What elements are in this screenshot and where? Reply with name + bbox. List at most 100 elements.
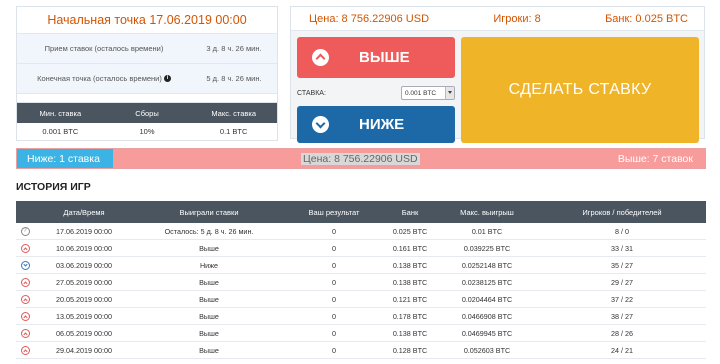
row-won: Выше — [199, 243, 219, 253]
arrow-up-icon — [20, 277, 30, 287]
row-max-win: 0.0204464 BTC — [461, 294, 513, 304]
game-stats: Цена: 8 756.22906 USD Игроки: 8 Банк: 0.… — [291, 7, 704, 31]
fees-header: Мин. ставка Сборы Макс. ставка — [17, 103, 277, 123]
row-result: 0 — [332, 294, 336, 304]
row-date: 13.05.2019 00:00 — [56, 311, 112, 321]
row-max-win: 0.0252148 BTC — [461, 260, 513, 270]
row-date: 20.05.2019 00:00 — [56, 294, 112, 304]
row-bank: 0.121 BTC — [392, 294, 428, 304]
accept-bets-label: Прием ставок (осталось времени) — [44, 44, 164, 53]
row-max-win: 0.039225 BTC — [463, 243, 511, 253]
table-row[interactable]: 06.05.2019 00:00 Выше 0 0.138 BTC 0.0469945 … — [16, 325, 706, 342]
stake-select[interactable]: 0.001 BTC — [401, 86, 455, 100]
row-max-win: 0.01 BTC — [471, 226, 503, 236]
place-bet-button[interactable]: СДЕЛАТЬ СТАВКУ — [461, 37, 699, 143]
row-players: 24 / 21 — [611, 345, 633, 355]
row-max-win: 0.0238125 BTC — [461, 277, 513, 287]
col-date: Дата/Время — [63, 207, 105, 217]
higher-button-label: ВЫШЕ — [359, 49, 410, 66]
row-players: 35 / 27 — [611, 260, 633, 270]
row-players: 38 / 27 — [611, 311, 633, 321]
arrow-up-icon — [20, 311, 30, 321]
history-body: ? 17.06.2019 00:00 Осталось: 5 д. 8 ч. 26 … — [16, 223, 706, 359]
row-players: 33 / 31 — [611, 243, 633, 253]
row-bank: 0.161 BTC — [392, 243, 428, 253]
fees-table: Мин. ставка Сборы Макс. ставка 0.001 BTC… — [16, 102, 278, 141]
place-bet-label: СДЕЛАТЬ СТАВКУ — [508, 81, 652, 98]
row-players: 29 / 27 — [611, 277, 633, 287]
fees-header-label: Сборы — [135, 108, 159, 118]
max-bet-value: 0.1 BTC — [219, 127, 248, 136]
end-point-label: Конечная точка (осталось времени) — [37, 74, 162, 83]
players-count: Игроки: 8 — [493, 12, 541, 25]
stake-select-value: 0.001 BTC — [405, 89, 437, 97]
row-bank: 0.025 BTC — [392, 226, 428, 236]
bets-ratio-bar: Ниже: 1 ставка Цена: 8 756.22906 USD Выш… — [16, 148, 706, 169]
table-row[interactable]: 20.05.2019 00:00 Выше 0 0.121 BTC 0.0204464 … — [16, 291, 706, 308]
row-result: 0 — [332, 243, 336, 253]
row-bank: 0.128 BTC — [392, 345, 428, 355]
col-bank: Банк — [401, 207, 419, 217]
row-bank: 0.178 BTC — [392, 311, 428, 321]
table-row[interactable]: 13.05.2019 00:00 Выше 0 0.178 BTC 0.0466908 … — [16, 308, 706, 325]
arrow-up-icon — [20, 294, 30, 304]
row-players: 37 / 22 — [611, 294, 633, 304]
chevron-up-icon — [312, 49, 329, 66]
end-point-value: 5 д. 8 ч. 26 мин. — [206, 74, 262, 83]
row-date: 27.05.2019 00:00 — [56, 277, 112, 287]
history-table: Дата/Время Выиграли ставки Ваш результат… — [16, 201, 706, 359]
row-won: Выше — [199, 311, 219, 321]
chevron-down-circle-icon — [312, 116, 329, 133]
betting-panel: Цена: 8 756.22906 USD Игроки: 8 Банк: 0.… — [290, 6, 705, 143]
bank-amount: Банк: 0.025 BTC — [605, 12, 688, 25]
lower-bets-count: Ниже: 1 ставка — [27, 152, 100, 165]
start-point-title: Начальная точка 17.06.2019 00:00 — [17, 7, 277, 34]
end-point-row: Конечная точка (осталось времени) i 5 д. … — [17, 64, 277, 94]
row-bank: 0.138 BTC — [392, 328, 428, 338]
table-row[interactable]: 10.06.2019 00:00 Выше 0 0.161 BTC 0.039225 B… — [16, 240, 706, 257]
row-result: 0 — [332, 277, 336, 287]
row-won: Выше — [199, 345, 219, 355]
table-row[interactable]: 27.05.2019 00:00 Выше 0 0.138 BTC 0.0238125 … — [16, 274, 706, 291]
table-row[interactable]: ? 17.06.2019 00:00 Осталось: 5 д. 8 ч. 26 … — [16, 223, 706, 240]
chevron-down-icon — [445, 87, 454, 99]
col-won: Выиграли ставки — [179, 207, 239, 217]
col-players: Игроков / победителей — [582, 207, 662, 217]
table-row[interactable]: 03.06.2019 00:00 Ниже 0 0.138 BTC 0.0252148 … — [16, 257, 706, 274]
row-won: Осталось: 5 д. 8 ч. 26 мин. — [164, 226, 254, 236]
accept-bets-value: 3 д. 8 ч. 26 мин. — [206, 44, 262, 53]
bar-price: Цена: 8 756.22906 USD — [301, 152, 420, 165]
arrow-up-icon — [20, 243, 30, 253]
col-result: Ваш результат — [308, 207, 360, 217]
row-result: 0 — [332, 311, 336, 321]
arrow-down-icon — [20, 260, 30, 270]
row-won: Выше — [199, 328, 219, 338]
row-result: 0 — [332, 345, 336, 355]
info-icon[interactable]: i — [163, 75, 171, 82]
row-date: 10.06.2019 00:00 — [56, 243, 112, 253]
accept-bets-row: Прием ставок (осталось времени) 3 д. 8 ч… — [17, 34, 277, 64]
pending-icon: ? — [20, 226, 30, 236]
history-title: ИСТОРИЯ ИГР — [16, 181, 91, 193]
table-row[interactable]: 29.04.2019 00:00 Выше 0 0.128 BTC 0.052603 B… — [16, 342, 706, 359]
stake-row: СТАВКА: 0.001 BTC — [297, 84, 455, 102]
row-players: 28 / 26 — [611, 328, 633, 338]
arrow-up-icon — [20, 345, 30, 355]
lower-button[interactable]: НИЖЕ — [297, 106, 455, 143]
row-won: Выше — [199, 277, 219, 287]
max-bet-header: Макс. ставка — [211, 108, 257, 118]
row-result: 0 — [332, 260, 336, 270]
row-won: Ниже — [199, 260, 218, 270]
stake-label: СТАВКА: — [297, 89, 326, 97]
row-result: 0 — [332, 226, 336, 236]
col-max-win: Макс. выигрыш — [460, 207, 514, 217]
row-date: 29.04.2019 00:00 — [56, 345, 112, 355]
higher-bets-count: Выше: 7 ставок — [617, 152, 693, 165]
row-date: 06.05.2019 00:00 — [56, 328, 112, 338]
min-bet-header: Мин. ставка — [39, 108, 82, 118]
higher-button[interactable]: ВЫШЕ — [297, 37, 455, 78]
lower-button-label: НИЖЕ — [359, 116, 405, 133]
min-bet-value: 0.001 BTC — [42, 127, 79, 136]
row-max-win: 0.0466908 BTC — [461, 311, 513, 321]
row-max-win: 0.052603 BTC — [463, 345, 511, 355]
